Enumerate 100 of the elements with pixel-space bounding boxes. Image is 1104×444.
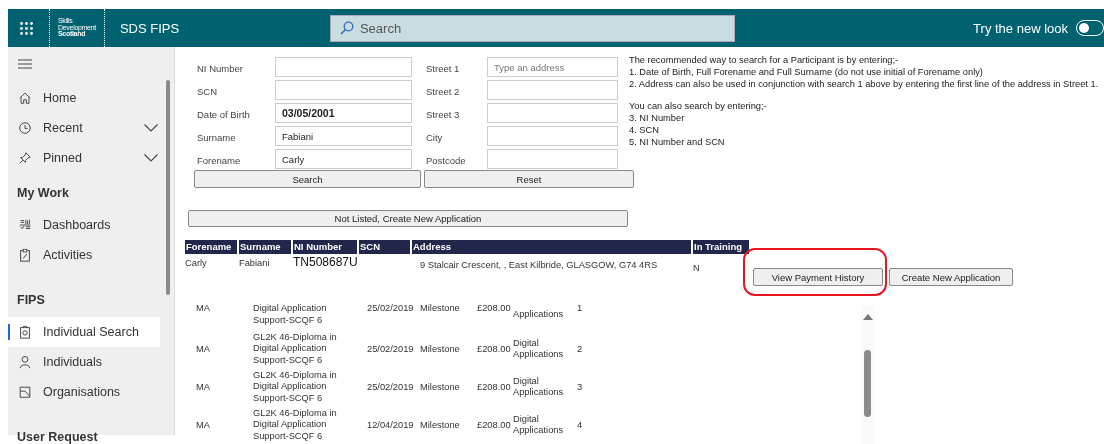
input-field[interactable]: Fabiani — [275, 126, 412, 146]
table-cell-text: TN508687U — [293, 254, 357, 271]
table-cell-text: 1 — [577, 303, 584, 313]
field-label: Street 3 — [426, 109, 461, 120]
app-launcher-icon[interactable] — [20, 21, 33, 35]
chevron-down-icon[interactable] — [144, 124, 158, 132]
input-field[interactable]: Carly — [275, 149, 412, 169]
input-field[interactable]: Type an address — [487, 57, 618, 77]
section-heading: FIPS — [16, 292, 46, 309]
table-cell-text: Milestone — [420, 420, 461, 430]
table-cell-text: Milestone — [420, 303, 461, 313]
column-header: In Training — [693, 240, 749, 254]
org-icon — [18, 385, 32, 399]
table-cell-text: Digital Applications — [513, 337, 565, 361]
action-button[interactable]: Create New Application — [889, 268, 1013, 286]
table-cell-text: N — [693, 262, 701, 275]
field-label: NI Number — [197, 63, 244, 74]
table-cell-text: Digital Application Support-SCQF 6 — [253, 303, 328, 326]
field-label: Street 2 — [426, 86, 461, 97]
table-cell-text: 25/02/2019 — [367, 303, 415, 313]
dashboard-icon — [18, 218, 32, 232]
clipboard-icon — [18, 248, 32, 262]
table-cell-text: 25/02/2019 — [367, 344, 415, 354]
pin-icon — [18, 151, 32, 165]
column-header: Address — [412, 240, 691, 254]
table-cell-text: £208.00 — [477, 382, 512, 392]
create-application-button[interactable]: Not Listed, Create New Application — [188, 210, 628, 227]
table-cell-text: 9 Stalcair Crescent, , East Kilbride, GLASGOW, G74 4RS — [419, 259, 659, 272]
column-header: SCN — [359, 240, 410, 254]
table-cell-text: Milestone — [420, 344, 461, 354]
field-label: Forename — [197, 155, 242, 166]
search-icon — [339, 20, 354, 35]
scrollbar[interactable] — [166, 80, 170, 295]
field-label: Date of Birth — [197, 109, 251, 120]
nav-item[interactable]: Individual Search — [8, 317, 160, 347]
instruction-text: 5. NI Number and SCN — [629, 136, 726, 149]
field-label: Postcode — [426, 155, 467, 166]
chevron-down-icon[interactable] — [144, 154, 158, 162]
scrollbar[interactable] — [861, 305, 875, 444]
nav-item[interactable]: Home — [8, 83, 160, 113]
app-title: SDS FIPS — [119, 20, 181, 36]
table-cell-text: Digital Applications — [513, 375, 565, 399]
search-button[interactable]: Search — [194, 170, 421, 188]
instruction-text: 2. Address can also be used in conjunction with search 1 above by entering the first line of the address in Street 1. — [629, 78, 1100, 91]
field-label: Surname — [197, 132, 237, 143]
nav-item[interactable]: Organisations — [8, 377, 160, 407]
table-cell-text: 25/02/2019 — [367, 382, 415, 392]
search-field[interactable]: Search — [329, 14, 735, 42]
input-field[interactable] — [275, 80, 412, 100]
column-header: Forename — [185, 240, 237, 254]
field-label: Street 1 — [426, 63, 461, 74]
input-field[interactable] — [487, 126, 618, 146]
table-cell-text: GL2K 46-Diploma in Digital Application Support-SCQF 6 — [253, 369, 338, 405]
table-cell-text: 4 — [577, 420, 584, 430]
nav-item[interactable]: Dashboards — [8, 210, 160, 240]
table-cell-text: £208.00 — [477, 344, 512, 354]
new-look-label: Try the new look — [973, 20, 1068, 36]
field-label: City — [426, 132, 444, 143]
input-field[interactable] — [275, 57, 412, 77]
scroll-thumb[interactable] — [864, 350, 871, 417]
input-field[interactable] — [487, 149, 618, 169]
table-cell-text: Fabiani — [239, 257, 271, 270]
section-heading: My Work — [16, 185, 70, 202]
column-header: Surname — [239, 240, 291, 254]
column-header: NI Number — [293, 240, 357, 254]
table-cell-text: £208.00 — [477, 420, 512, 430]
table-cell-text: Carly — [185, 257, 208, 270]
table-cell-text: MA — [196, 303, 211, 313]
instruction-text: 3. NI Number — [629, 113, 686, 125]
instruction-text: The recommended way to search for a Participant is by entering;- — [629, 55, 900, 67]
table-cell-text: 2 — [577, 344, 584, 354]
instruction-text: You can also search by entering;- — [629, 101, 768, 114]
section-heading: User Request — [16, 429, 99, 444]
instruction-text: 1. Date of Birth, Full Forename and Full Surname (do not use initial of Forename only) — [629, 66, 984, 79]
scroll-up-icon[interactable] — [863, 314, 873, 320]
field-label: SCN — [197, 86, 219, 97]
table-cell-text: Applications — [513, 309, 565, 321]
nav-item[interactable]: Recent — [8, 113, 160, 143]
table-cell-text: £208.00 — [477, 303, 512, 313]
table-cell-text: MA — [196, 420, 211, 430]
menu-icon[interactable] — [18, 59, 32, 69]
input-field[interactable] — [487, 80, 618, 100]
table-cell-text: 12/04/2019 — [367, 420, 415, 430]
table-cell-text: 3 — [577, 382, 584, 392]
instruction-text: 4. SCN — [629, 125, 660, 137]
action-button[interactable]: View Payment History — [753, 268, 883, 286]
clock-icon — [18, 121, 32, 135]
reset-button[interactable]: Reset — [424, 170, 634, 188]
input-field[interactable]: 03/05/2001 — [275, 103, 412, 123]
nav-item[interactable]: Individuals — [8, 347, 160, 377]
table-cell-text: GL2K 46-Diploma in Digital Application Support-SCQF 6 — [253, 407, 338, 443]
person-icon — [18, 355, 32, 369]
table-cell-text: MA — [196, 344, 211, 354]
nav-item[interactable]: Activities — [8, 240, 160, 270]
table-cell-text: MA — [196, 382, 211, 392]
home-icon — [18, 91, 32, 105]
table-cell-text: Milestone — [420, 382, 461, 392]
table-cell-text: GL2K 46-Diploma in Digital Application Support-SCQF 6 — [253, 331, 338, 367]
nav-item[interactable]: Pinned — [8, 143, 160, 173]
input-field[interactable] — [487, 103, 618, 123]
